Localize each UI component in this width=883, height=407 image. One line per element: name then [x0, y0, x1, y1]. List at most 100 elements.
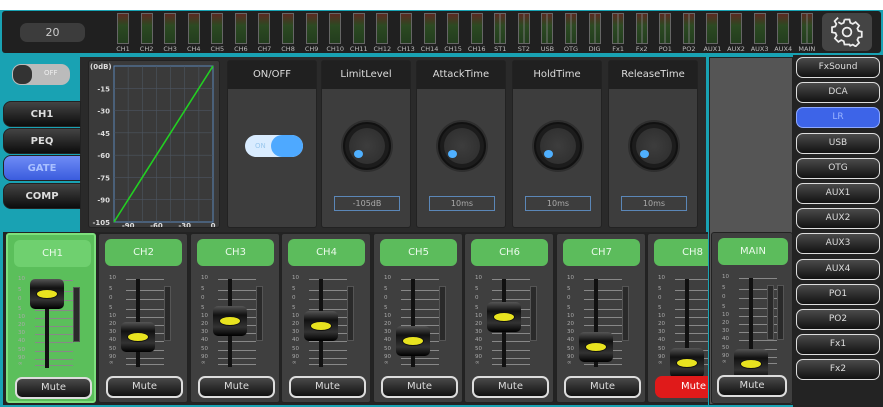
ch4-select-button[interactable]: CH4 — [288, 239, 365, 266]
scale-label: 20 — [658, 320, 665, 327]
settings-button[interactable] — [822, 13, 872, 51]
scale-label: ∞ — [201, 360, 206, 367]
meter-bar — [140, 13, 153, 44]
tick-line — [492, 364, 530, 366]
fader-handle[interactable] — [396, 326, 430, 357]
bus-fx2-button[interactable]: Fx2 — [796, 359, 880, 381]
bus-aux2-button[interactable]: AUX2 — [796, 208, 880, 230]
bus-fx1-button[interactable]: Fx1 — [796, 334, 880, 356]
holdtime-value[interactable]: 10ms — [525, 196, 591, 211]
tick-line — [35, 358, 73, 360]
fader-handle[interactable] — [213, 306, 247, 336]
attacktime-value[interactable]: 10ms — [429, 196, 495, 211]
bus-aux1-button[interactable]: AUX1 — [796, 183, 880, 204]
fader-handle[interactable] — [579, 332, 613, 363]
ch4-mute-button[interactable]: Mute — [289, 376, 366, 398]
ch1-mute-button[interactable]: Mute — [15, 377, 92, 399]
bus-list: FxSound DCA LR USB OTG AUX1 AUX2 AUX3 AUX4 PO1 PO2… — [793, 55, 883, 407]
ch5-mute-button[interactable]: Mute — [381, 376, 458, 398]
ch6-select-button[interactable]: CH6 — [471, 239, 548, 266]
scale-label: 5 — [475, 286, 479, 293]
bus-otg-button[interactable]: OTG — [796, 157, 880, 179]
scale-label: ∞ — [567, 360, 572, 367]
scale-label: 0 — [475, 294, 479, 301]
meter-ch13: CH13 — [395, 13, 417, 53]
releasetime-value[interactable]: 10ms — [621, 196, 687, 211]
releasetime-knob[interactable] — [630, 122, 678, 170]
ch2-mute-button[interactable]: Mute — [106, 376, 183, 398]
meter-label: PO1 — [658, 45, 672, 53]
meter-label: CH7 — [257, 45, 272, 53]
fader-handle[interactable] — [487, 301, 521, 332]
x-tick-label: -90 — [122, 222, 135, 227]
preset-number[interactable]: 20 — [20, 23, 85, 42]
main-mute-button[interactable]: Mute — [717, 375, 787, 397]
holdtime-knob[interactable] — [534, 122, 582, 170]
scale-label: 50 — [384, 345, 391, 352]
fader-handle[interactable] — [670, 348, 704, 378]
ch7-mute-button[interactable]: Mute — [564, 376, 641, 398]
scale-label: 10 — [475, 312, 482, 319]
ch1-select-button[interactable]: CH1 — [14, 240, 91, 267]
scale-label: 0 — [384, 294, 388, 301]
scale-label: 10 — [109, 312, 116, 319]
ch5-select-button[interactable]: CH5 — [380, 239, 457, 266]
scale-label: 40 — [201, 337, 208, 344]
ch8-mute-button[interactable]: Mute — [655, 376, 708, 398]
tab-peq[interactable]: PEQ — [3, 128, 81, 154]
tab-comp[interactable]: COMP — [3, 183, 81, 209]
gate-onoff-switch[interactable]: ON — [245, 135, 303, 157]
ch6-mute-button[interactable]: Mute — [472, 376, 549, 398]
limitlevel-knob[interactable] — [343, 122, 391, 170]
bus-usb-button[interactable]: USB — [796, 132, 880, 154]
ch2-select-button[interactable]: CH2 — [105, 239, 182, 266]
tick-line — [309, 290, 347, 292]
bus-po1-button[interactable]: PO1 — [796, 283, 880, 305]
ch7-select-button[interactable]: CH7 — [563, 239, 640, 266]
bus-fxsound-button[interactable]: FxSound — [796, 57, 880, 78]
meter-label: CH2 — [139, 45, 154, 53]
meter-bar — [706, 13, 719, 44]
tick-line — [675, 324, 708, 326]
tick-line — [35, 309, 73, 311]
channel-strips: CH1 10 5 0 5 10 20 30 40 50 90 ∞ Mute CH2 10 5 0 5 10 20 30 4… — [3, 232, 708, 405]
meter-ch14: CH14 — [419, 13, 441, 53]
tick-line — [401, 290, 439, 292]
scale-label: 10 — [722, 311, 729, 318]
bus-po2-button[interactable]: PO2 — [796, 309, 880, 330]
limitlevel-value[interactable]: -105dB — [334, 196, 400, 211]
meter-label: OTG — [563, 45, 579, 53]
fader-handle[interactable] — [30, 279, 64, 310]
ch8-select-button[interactable]: CH8 — [654, 239, 708, 266]
scale-label: 50 — [292, 345, 299, 352]
fader-handle[interactable] — [121, 321, 155, 352]
tab-ch1[interactable]: CH1 — [3, 101, 81, 127]
tick-line — [584, 290, 622, 292]
bus-aux3-button[interactable]: AUX3 — [796, 233, 880, 255]
meter-ch15: CH15 — [442, 13, 464, 53]
tick-line — [739, 278, 777, 279]
scale-label: 5 — [109, 286, 113, 293]
channel-strip-ch6: CH6 10 5 0 5 10 20 30 40 50 90 ∞ Mute — [464, 233, 554, 403]
ch3-select-button[interactable]: CH3 — [197, 239, 274, 266]
ch3-mute-button[interactable]: Mute — [198, 376, 275, 398]
tick-line — [675, 316, 708, 318]
scale-label: 40 — [567, 337, 574, 344]
tick-line — [675, 290, 708, 292]
main-select-button[interactable]: MAIN — [718, 238, 788, 265]
knob-face — [540, 128, 576, 164]
knob-indicator — [640, 149, 650, 158]
channel-strip-ch2: CH2 10 5 0 5 10 20 30 40 50 90 ∞ Mute — [98, 233, 188, 403]
attacktime-knob[interactable] — [438, 122, 486, 170]
bus-dca-button[interactable]: DCA — [796, 82, 880, 104]
gate-limitlevel-card: LimitLevel -105dB — [321, 60, 411, 228]
scale-label: 5 — [292, 304, 296, 311]
meter-bar — [211, 13, 224, 44]
channel-enable-toggle[interactable]: OFF — [12, 64, 70, 85]
tab-gate[interactable]: GATE — [3, 155, 81, 181]
bus-lr-button[interactable]: LR — [796, 107, 880, 129]
bus-aux4-button[interactable]: AUX4 — [796, 258, 880, 280]
fader-handle[interactable] — [304, 311, 338, 342]
tick-line — [218, 349, 256, 351]
meter-bar — [282, 13, 295, 44]
